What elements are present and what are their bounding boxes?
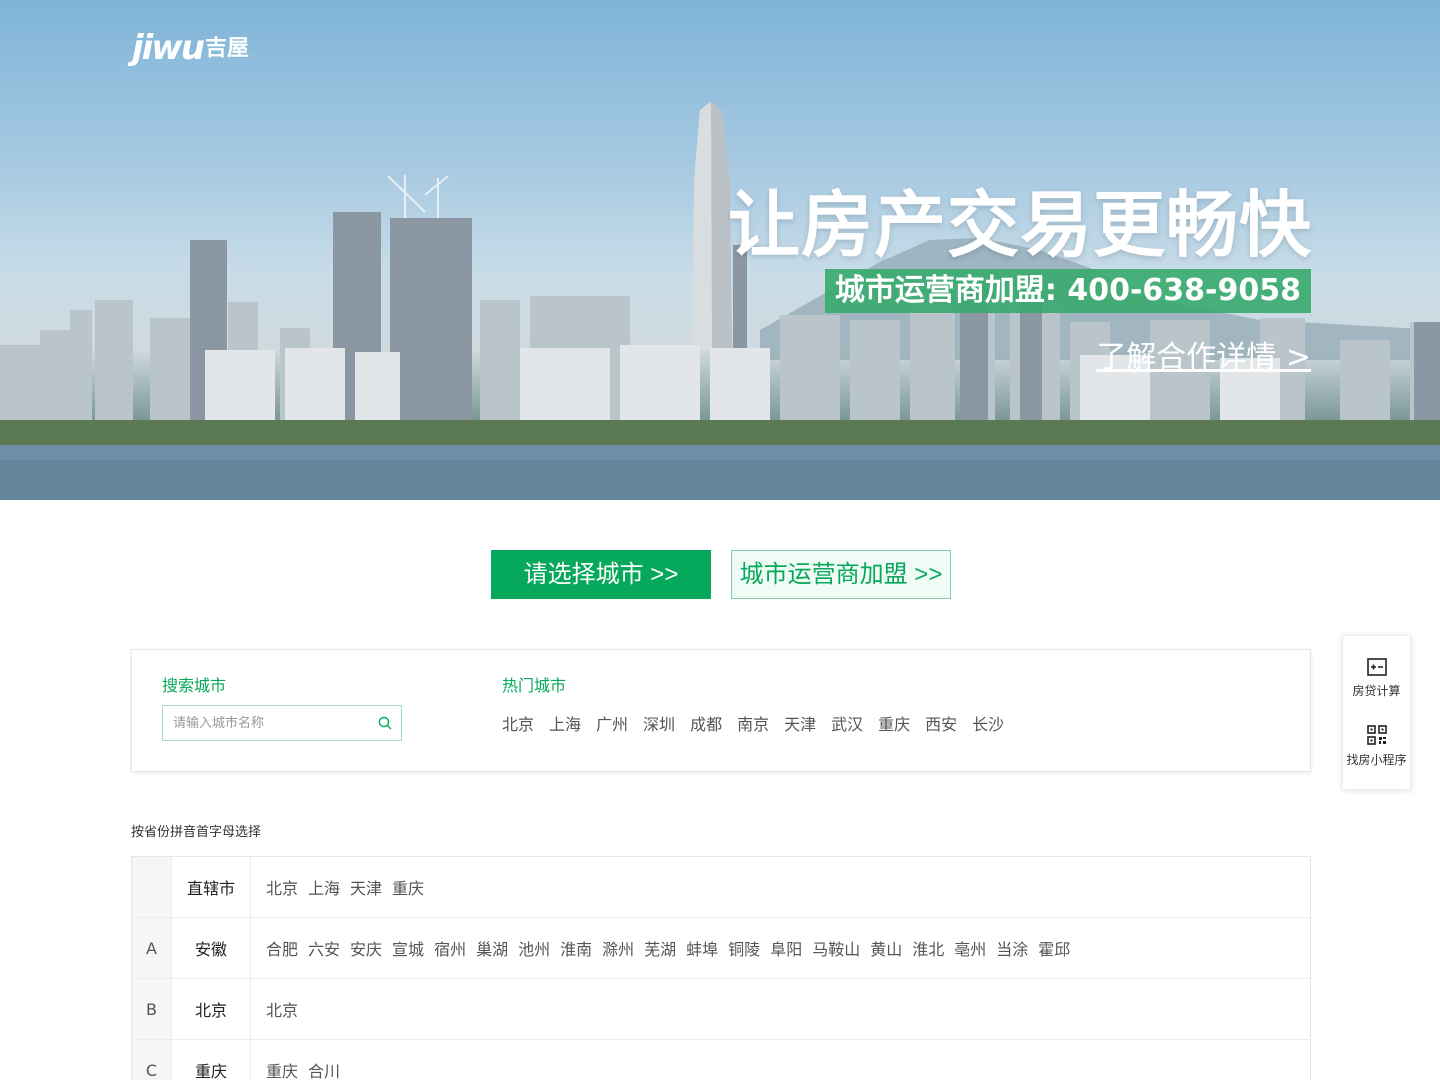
- city-link[interactable]: 霍邱: [1038, 936, 1070, 960]
- city-link[interactable]: 芜湖: [644, 936, 676, 960]
- city-link[interactable]: 当涂: [996, 936, 1028, 960]
- city-link[interactable]: 合川: [308, 1058, 340, 1080]
- city-link[interactable]: 滁州: [602, 936, 634, 960]
- hot-city-item[interactable]: 武汉: [831, 711, 863, 735]
- brand-logo[interactable]: jiwu 吉屋: [132, 30, 249, 65]
- province-table: 直辖市 北京 上海 天津 重庆 A 安徽 合肥 六安 安庆 宣城 宿州 巢湖 池…: [131, 856, 1311, 1080]
- city-link[interactable]: 马鞍山: [812, 936, 860, 960]
- province-section-title: 按省份拼音首字母选择: [131, 825, 262, 840]
- province-city-list: 重庆 合川: [251, 1040, 1310, 1080]
- city-link[interactable]: 亳州: [954, 936, 986, 960]
- select-city-button[interactable]: 请选择城市 >>: [491, 550, 711, 599]
- hot-city-item[interactable]: 上海: [549, 711, 581, 735]
- mini-program-label: 找房小程序: [1346, 753, 1407, 767]
- city-link[interactable]: 上海: [308, 875, 340, 899]
- hero-slogan: 让房产交易更畅快: [727, 183, 1312, 267]
- hot-city-item[interactable]: 深圳: [643, 711, 675, 735]
- city-link[interactable]: 北京: [266, 875, 298, 899]
- city-link[interactable]: 宿州: [434, 936, 466, 960]
- learn-more-link[interactable]: 了解合作详情 >: [1096, 332, 1311, 376]
- province-city-list: 北京: [251, 979, 1310, 1039]
- operator-phone-badge: 城市运营商加盟: 400-638-9058: [824, 269, 1311, 313]
- city-link[interactable]: 阜阳: [770, 936, 802, 960]
- mortgage-calculator-label: 房贷计算: [1352, 684, 1401, 698]
- pinyin-letter: B: [132, 979, 172, 1039]
- province-name: 北京: [172, 979, 251, 1039]
- province-name: 安徽: [172, 918, 251, 978]
- city-link[interactable]: 宣城: [392, 936, 424, 960]
- join-operator-button[interactable]: 城市运营商加盟 >>: [731, 550, 951, 599]
- hot-cities-list: 北京 上海 广州 深圳 成都 南京 天津 武汉 重庆 西安 长沙: [502, 711, 1019, 735]
- table-row: B 北京 北京: [132, 979, 1310, 1040]
- city-link[interactable]: 天津: [350, 875, 382, 899]
- city-link[interactable]: 池州: [518, 936, 550, 960]
- pinyin-letter: [132, 857, 172, 917]
- qr-code-icon: [1366, 725, 1387, 745]
- province-name: 直辖市: [172, 857, 251, 917]
- calculator-icon: [1366, 658, 1387, 676]
- city-link[interactable]: 重庆: [392, 875, 424, 899]
- hot-city-item[interactable]: 广州: [596, 711, 628, 735]
- city-link[interactable]: 淮北: [912, 936, 944, 960]
- city-link[interactable]: 六安: [308, 936, 340, 960]
- hot-city-item[interactable]: 长沙: [972, 711, 1004, 735]
- city-link[interactable]: 安庆: [350, 936, 382, 960]
- city-link[interactable]: 重庆: [266, 1058, 298, 1080]
- city-link[interactable]: 淮南: [560, 936, 592, 960]
- hot-city-item[interactable]: 天津: [784, 711, 816, 735]
- city-link[interactable]: 黄山: [870, 936, 902, 960]
- pinyin-letter: A: [132, 918, 172, 978]
- hot-city-item[interactable]: 北京: [502, 711, 534, 735]
- table-row: A 安徽 合肥 六安 安庆 宣城 宿州 巢湖 池州 淮南 滁州 芜湖 蚌埠 铜陵…: [132, 918, 1310, 979]
- city-link[interactable]: 北京: [266, 997, 298, 1021]
- province-city-list: 北京 上海 天津 重庆: [251, 857, 1310, 917]
- city-search-input[interactable]: [163, 706, 363, 740]
- province-name: 重庆: [172, 1040, 251, 1080]
- table-row: 直辖市 北京 上海 天津 重庆: [132, 857, 1310, 918]
- search-city-label: 搜索城市: [162, 676, 227, 695]
- city-link[interactable]: 巢湖: [476, 936, 508, 960]
- hot-city-item[interactable]: 成都: [690, 711, 722, 735]
- mini-program-button[interactable]: 找房小程序: [1343, 725, 1410, 768]
- search-icon[interactable]: [378, 716, 392, 730]
- logo-cn-text: 吉屋: [204, 36, 249, 61]
- search-box: [162, 705, 402, 741]
- city-link[interactable]: 蚌埠: [686, 936, 718, 960]
- search-card: 搜索城市 热门城市 北京 上海 广州 深圳 成都 南京 天津 武汉 重庆 西安 …: [131, 649, 1311, 772]
- mortgage-calculator-button[interactable]: 房贷计算: [1343, 658, 1410, 699]
- table-row: C 重庆 重庆 合川: [132, 1040, 1310, 1080]
- hot-cities-label: 热门城市: [502, 676, 567, 695]
- city-link[interactable]: 合肥: [266, 936, 298, 960]
- side-toolbar: 房贷计算 找房小程序: [1342, 635, 1411, 790]
- hot-city-item[interactable]: 西安: [925, 711, 957, 735]
- pinyin-letter: C: [132, 1040, 172, 1080]
- province-city-list: 合肥 六安 安庆 宣城 宿州 巢湖 池州 淮南 滁州 芜湖 蚌埠 铜陵 阜阳 马…: [251, 918, 1310, 978]
- hot-city-item[interactable]: 重庆: [878, 711, 910, 735]
- hot-city-item[interactable]: 南京: [737, 711, 769, 735]
- logo-mark: jiwu: [132, 28, 205, 68]
- city-link[interactable]: 铜陵: [728, 936, 760, 960]
- hero-banner: jiwu 吉屋 让房产交易更畅快 城市运营商加盟: 400-638-9058 了…: [0, 0, 1440, 500]
